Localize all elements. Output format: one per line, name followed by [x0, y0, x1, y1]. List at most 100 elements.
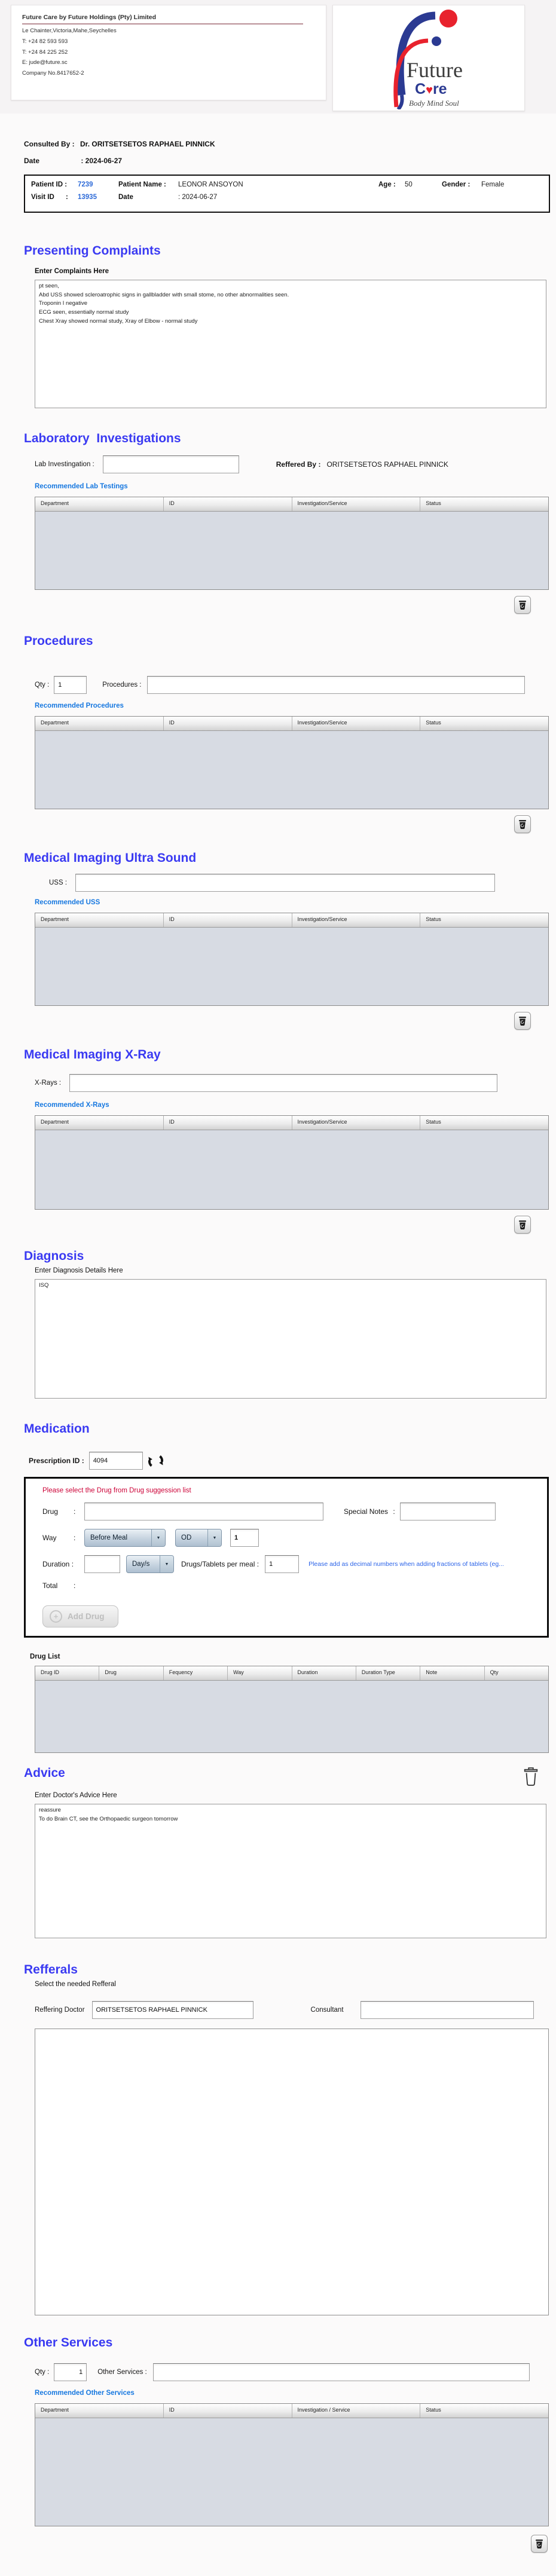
age-value: 50 [405, 181, 413, 188]
drug-list-label: Drug List [30, 1653, 60, 1660]
uss-input[interactable] [75, 874, 496, 892]
way-label: Way [42, 1534, 57, 1542]
add-drug-label: Add Drug [68, 1612, 105, 1621]
svg-text:C♥re: C♥re [415, 81, 447, 97]
drug-col-drug: Drug [99, 1666, 164, 1680]
way-selected-value: Before Meal [90, 1534, 128, 1541]
uss-table-body [35, 928, 548, 1005]
uss-col-department: Department [35, 913, 164, 927]
uss-col-investigation: Investigation/Service [292, 913, 421, 927]
advice-textarea[interactable]: reassure To do Brain CT, see the Orthopa… [35, 1804, 546, 1938]
drug-col-frequency: Fequency [164, 1666, 228, 1680]
special-notes-label: Special Notes [344, 1507, 389, 1516]
plus-icon: + [50, 1610, 62, 1623]
gender-label: Gender : [442, 181, 471, 188]
advice-title: Advice [24, 1766, 65, 1780]
drug-selection-note: Please select the Drug from Drug suggess… [42, 1487, 191, 1494]
future-care-logo-icon: Future C♥re Body Mind Soul [393, 10, 463, 109]
referred-by-label: Reffered By : [276, 460, 321, 469]
consulted-by-row: Consulted By : Dr. ORITSETSETOS RAPHAEL … [24, 140, 556, 148]
referrals-label: Select the needed Refferal [35, 1981, 116, 1988]
date-label: Date [24, 157, 40, 165]
recommended-xrays-link[interactable]: Recommended X-Rays [35, 1102, 109, 1109]
procedures-qty-input[interactable] [54, 676, 87, 694]
trash-icon [519, 820, 526, 829]
special-notes-input[interactable] [400, 1503, 496, 1520]
uss-table: Department ID Investigation/Service Stat… [35, 913, 549, 1006]
other-services-input[interactable] [152, 2363, 530, 2381]
referrals-title: Refferals [24, 1963, 78, 1977]
recommended-other-services-link[interactable]: Recommended Other Services [35, 2390, 135, 2397]
referral-list-box[interactable] [35, 2029, 549, 2315]
referring-doctor-input[interactable] [91, 2001, 253, 2019]
lab-col-department: Department [35, 497, 164, 511]
drug-input[interactable] [84, 1503, 323, 1520]
clear-other-services-button[interactable] [531, 2535, 548, 2553]
consultation-form-page: Future Care by Future Holdings (Pty) Lim… [0, 0, 556, 2576]
visit-id-value: 13935 [78, 194, 97, 201]
duration-label: Duration : [42, 1560, 74, 1568]
diagnosis-textarea[interactable]: ISQ [35, 1279, 546, 1399]
visit-date-value: : 2024-06-27 [178, 194, 218, 201]
logo-word-future: Future [407, 58, 463, 82]
xray-table: Department ID Investigation/Service Stat… [35, 1115, 549, 1210]
xrays-input[interactable] [69, 1074, 498, 1092]
company-registration-number: Company No.8417652-2 [22, 70, 84, 77]
referred-by-value: ORITSETSETOS RAPHAEL PINNICK [326, 460, 448, 469]
delete-advice-button[interactable] [523, 1766, 539, 1789]
procedures-input[interactable] [147, 676, 526, 694]
drug-col-id: Drug ID [35, 1666, 100, 1680]
frequency-select[interactable]: OD ▼ [175, 1529, 222, 1547]
frequency-count-input[interactable] [230, 1529, 259, 1547]
referring-doctor-label: Reffering Doctor [35, 2006, 85, 2014]
add-drug-button[interactable]: + Add Drug [42, 1605, 118, 1627]
procedures-title: Procedures [24, 634, 93, 648]
lab-col-status: Status [426, 500, 441, 506]
per-meal-label: Drugs/Tablets per meal : [181, 1560, 259, 1568]
company-phone-1: T: +24 82 593 593 [22, 38, 68, 45]
decimal-hint-text: Please add as decimal numbers when addin… [308, 1561, 504, 1568]
recommended-procedures-link[interactable]: Recommended Procedures [35, 702, 124, 709]
per-meal-input[interactable] [265, 1555, 300, 1573]
company-phone-2: T: +24 84 225 252 [22, 48, 68, 56]
clear-procedures-list-button[interactable] [514, 815, 531, 833]
presenting-complaints-title: Presenting Complaints [24, 244, 161, 258]
consultant-input[interactable] [360, 2001, 534, 2019]
consulted-by-label: Consulted By : [24, 140, 75, 148]
other-qty-input[interactable] [54, 2363, 87, 2381]
other-col-id: ID [164, 2404, 292, 2418]
patient-info-box: Patient ID : 7239 Patient Name : LEONOR … [24, 175, 550, 213]
chevron-down-icon: ▼ [160, 1556, 173, 1572]
proc-col-department: Department [35, 717, 164, 730]
patient-id-label: Patient ID : [31, 181, 68, 188]
duration-type-select[interactable]: Day/s ▼ [126, 1555, 174, 1573]
duration-input[interactable] [84, 1555, 120, 1573]
xray-col-status: Status [426, 1119, 441, 1125]
prescription-id-input[interactable] [88, 1452, 143, 1470]
company-email: E: jude@future.sc [22, 59, 68, 66]
company-name: Future Care by Future Holdings (Pty) Lim… [22, 14, 303, 25]
consultation-date-row: Date : 2024-06-27 [24, 157, 556, 165]
way-select[interactable]: Before Meal ▼ [84, 1529, 166, 1547]
clear-xray-list-button[interactable] [514, 1216, 531, 1234]
refresh-prescription-button[interactable] [148, 1453, 164, 1469]
chevron-down-icon: ▼ [151, 1529, 165, 1546]
visit-date-label: Date [118, 194, 133, 201]
drug-list-table-body [35, 1681, 548, 1752]
clear-uss-list-button[interactable] [514, 1012, 531, 1030]
drug-list-table: Drug ID Drug Fequency Way Duration Durat… [35, 1666, 549, 1753]
complaints-textarea[interactable]: pt seen, Abd USS showed scleroatrophic s… [35, 280, 546, 408]
trash-outline-icon [524, 1767, 538, 1786]
company-address: Le Chainter,Victoria,Mahe,Seychelles [22, 27, 117, 34]
visit-id-colon: : [66, 194, 68, 201]
trash-icon [519, 1220, 526, 1229]
recommended-lab-testings-link[interactable]: Recommended Lab Testings [35, 483, 128, 490]
gender-value: Female [481, 181, 505, 188]
lab-investigation-input[interactable] [102, 455, 239, 473]
trash-icon [519, 1017, 526, 1026]
xray-col-id: ID [164, 1116, 292, 1130]
recommended-uss-link[interactable]: Recommended USS [35, 899, 100, 906]
other-col-investigation: Investigation / Service [292, 2404, 421, 2418]
medication-title: Medication [24, 1422, 90, 1436]
clear-lab-list-button[interactable] [514, 596, 531, 614]
